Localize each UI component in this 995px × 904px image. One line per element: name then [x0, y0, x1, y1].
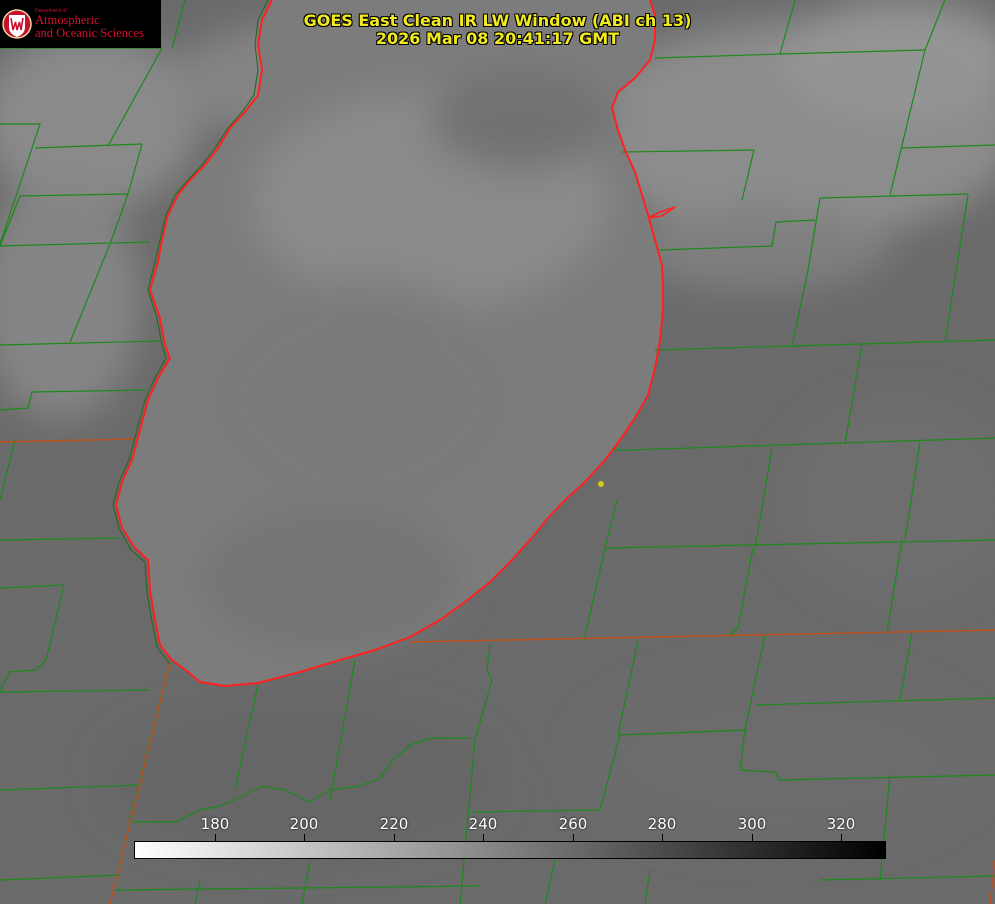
temperature-colorbar [134, 841, 886, 859]
colorbar-tick-label: 320 [826, 815, 856, 833]
colorbar-tick-label: 200 [289, 815, 319, 833]
satellite-image-viewer: Department of Atmospheric and Oceanic Sc… [0, 0, 995, 904]
colorbar-tick-mark [662, 834, 663, 841]
colorbar-tick-label: 300 [737, 815, 767, 833]
colorbar-tick-label: 180 [200, 815, 230, 833]
colorbar-tick-label: 220 [379, 815, 409, 833]
colorbar-tick-mark [573, 834, 574, 841]
image-timestamp: 2026 Mar 08 20:41:17 GMT [375, 29, 620, 48]
colorbar-tick-mark [841, 834, 842, 841]
image-title: GOES East Clean IR LW Window (ABI ch 13) [303, 11, 692, 30]
satellite-map [0, 0, 995, 904]
colorbar-tick-mark [304, 834, 305, 841]
colorbar-tick-label: 280 [647, 815, 677, 833]
colorbar-tick-label: 260 [558, 815, 588, 833]
colorbar-tick-label: 240 [468, 815, 498, 833]
colorbar-tick-mark [752, 834, 753, 841]
colorbar-tick-mark [394, 834, 395, 841]
station-marker [598, 481, 604, 487]
colorbar-tick-mark [215, 834, 216, 841]
colorbar-tick-mark [483, 834, 484, 841]
